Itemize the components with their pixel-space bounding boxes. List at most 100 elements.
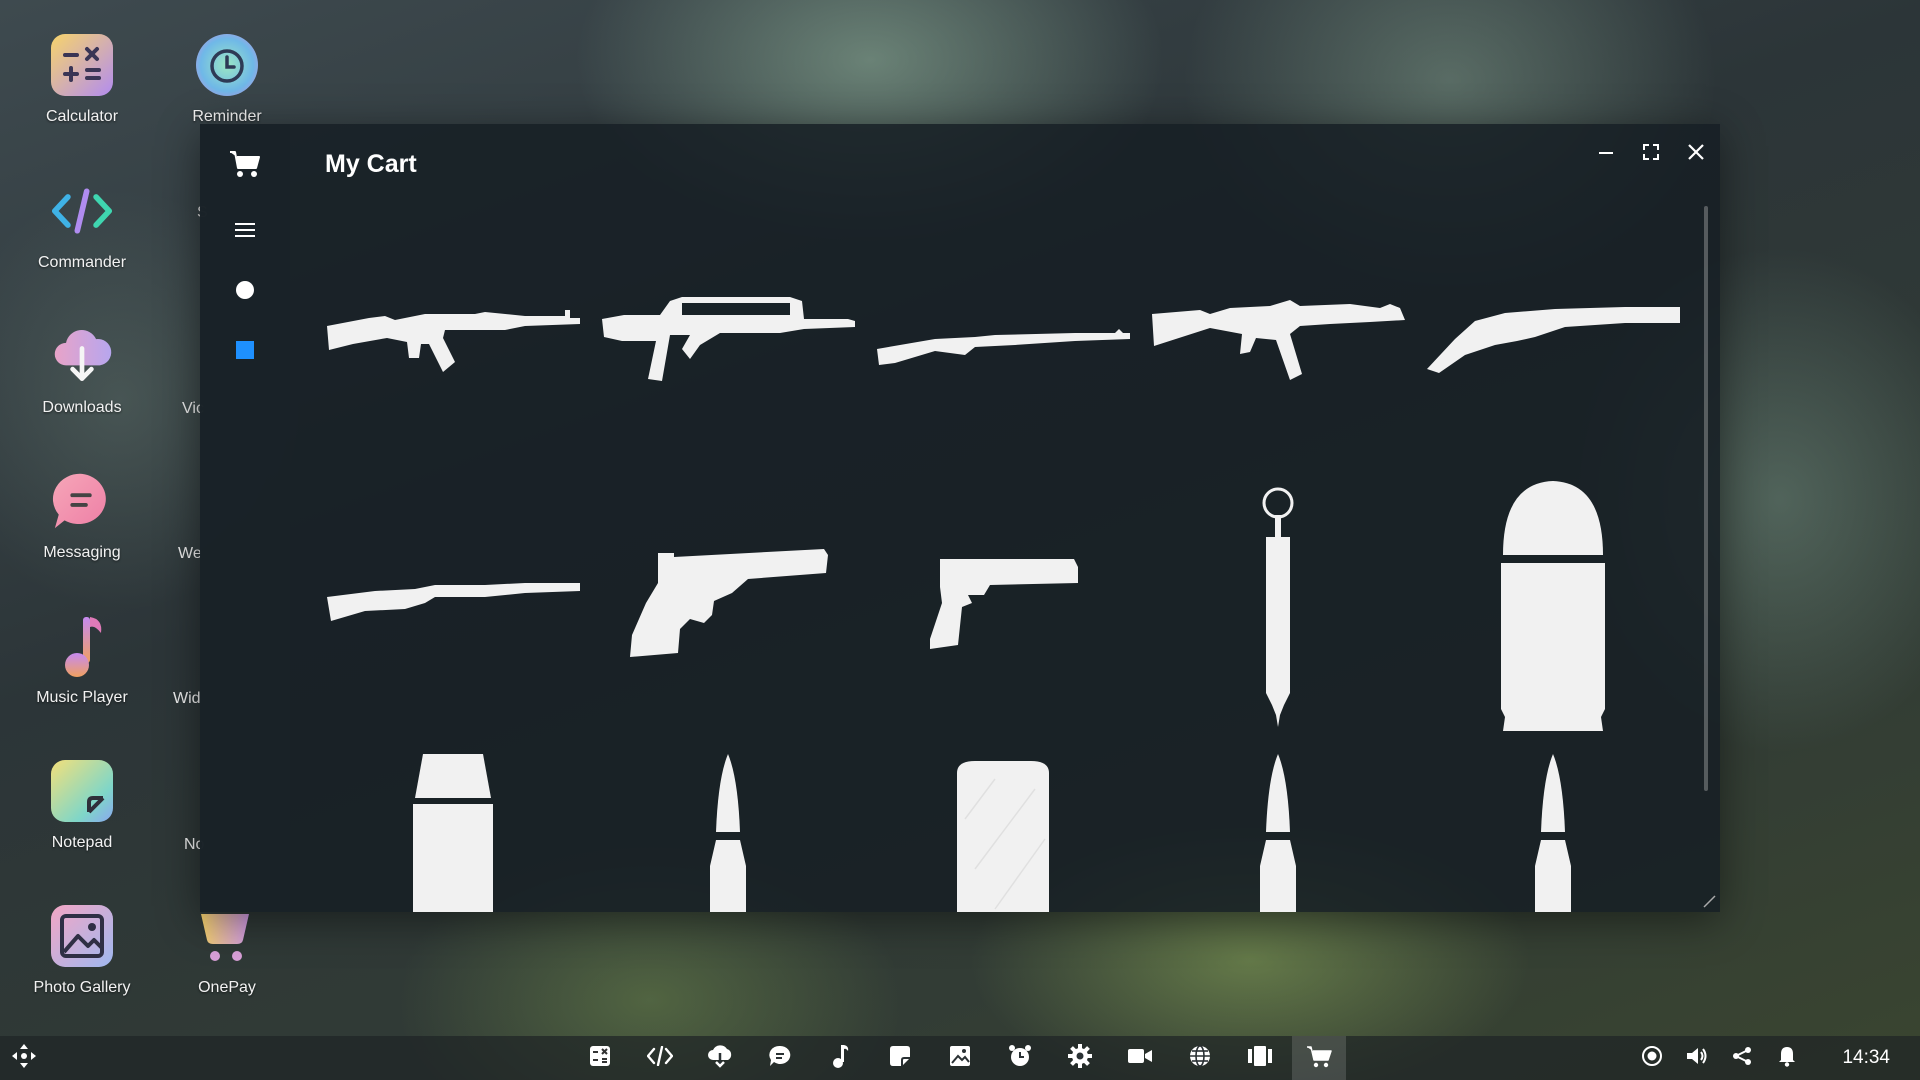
menu-icon [235, 222, 255, 243]
carousel-icon [1247, 1045, 1273, 1072]
cart-item-pistol[interactable] [875, 539, 1130, 669]
cart-item-assault-rifle-ak[interactable] [325, 289, 580, 399]
music-note-icon [831, 1044, 849, 1073]
sidebar-menu-button[interactable] [225, 212, 265, 252]
desktop-icon-calculator[interactable]: Calculator [7, 34, 157, 126]
desktop-partial-label: We [178, 545, 202, 562]
tray-share[interactable] [1720, 1036, 1764, 1080]
minimize-button[interactable] [1588, 136, 1624, 172]
taskbar-app-settings[interactable] [1058, 1036, 1102, 1080]
desktop-partial-label: Wid [173, 690, 201, 707]
desktop-icon-label: Calculator [45, 108, 119, 125]
cart-item-revolver[interactable] [600, 529, 855, 679]
tray-screen-record[interactable] [1630, 1036, 1674, 1080]
tray-volume[interactable] [1675, 1036, 1719, 1080]
sticky-note-icon [51, 760, 113, 822]
clock: 14:34 [1842, 1047, 1890, 1068]
bell-icon [1778, 1045, 1796, 1072]
taskbar-app-notepad[interactable] [878, 1036, 922, 1080]
code-icon [51, 180, 113, 242]
my-cart-window: My Cart [200, 124, 1720, 912]
cloud-download-icon [51, 325, 113, 387]
shopping-cart-icon [1306, 1044, 1332, 1073]
share-icon [1732, 1046, 1752, 1071]
square-icon [235, 340, 255, 365]
taskbar-app-browser[interactable] [1178, 1036, 1222, 1080]
code-icon [646, 1045, 674, 1071]
desktop-icon-onepay[interactable]: OnePay [152, 905, 302, 997]
desktop-icon-photo-gallery[interactable]: Photo Gallery [7, 905, 157, 997]
cart-item-bullpup-rifle[interactable] [600, 274, 855, 404]
cart-item-submachine-gun[interactable] [1150, 284, 1405, 404]
desktop-icon-notepad[interactable]: Notepad [7, 760, 157, 852]
desktop-icon-label: Commander [37, 254, 127, 271]
shopping-cart-icon [196, 905, 258, 967]
window-title: My Cart [325, 150, 417, 178]
desktop-icon-music-player[interactable]: Music Player [7, 615, 157, 707]
cart-item-rifle-cartridge[interactable] [600, 754, 855, 912]
volume-icon [1686, 1046, 1708, 1071]
taskbar-app-reminder[interactable] [998, 1036, 1042, 1080]
screen-record-icon [1641, 1045, 1663, 1072]
circle-icon [235, 280, 255, 305]
taskbar-app-commander[interactable] [638, 1036, 682, 1080]
taskbar-app-calculator[interactable] [578, 1036, 622, 1080]
cloud-download-icon [707, 1044, 733, 1073]
alarm-clock-icon [196, 34, 258, 96]
chat-bubble-icon [768, 1044, 792, 1073]
cart-item-double-barrel-shotgun[interactable] [1425, 284, 1680, 394]
sidebar-square-button[interactable] [225, 332, 265, 372]
calculator-icon [51, 34, 113, 96]
alarm-clock-icon [1008, 1044, 1032, 1073]
calculator-icon [589, 1045, 611, 1072]
taskbar-app-downloads[interactable] [698, 1036, 742, 1080]
window-sidebar [200, 124, 290, 912]
desktop-icon-commander[interactable]: Commander [7, 180, 157, 272]
launcher-button[interactable] [2, 1036, 46, 1080]
close-icon [1687, 143, 1705, 166]
desktop-icon-downloads[interactable]: Downloads [7, 325, 157, 417]
desktop-icon-label: OnePay [198, 979, 256, 996]
taskbar-app-messaging[interactable] [758, 1036, 802, 1080]
taskbar-app-gallery[interactable] [938, 1036, 982, 1080]
desktop-icon-reminder[interactable]: Reminder [152, 34, 302, 126]
cart-item-rifle-cartridge[interactable] [1150, 754, 1405, 912]
chat-bubble-icon [51, 470, 113, 532]
desktop-icon-label: Notepad [51, 834, 113, 851]
resize-grip-icon[interactable] [1702, 894, 1716, 908]
cart-icon [228, 148, 262, 185]
cart-item-rifle-cartridge[interactable] [1425, 754, 1680, 912]
desktop-icon-messaging[interactable]: Messaging [7, 470, 157, 562]
photo-icon [949, 1045, 971, 1072]
taskbar-app-music[interactable] [818, 1036, 862, 1080]
maximize-icon [1643, 143, 1659, 165]
sidebar-circle-button[interactable] [225, 272, 265, 312]
cart-item-short-cartridge[interactable] [325, 754, 580, 912]
taskbar: 14:34 [0, 1036, 1920, 1080]
cart-item-pump-shotgun[interactable] [325, 549, 580, 659]
taskbar-app-cart[interactable] [1292, 1036, 1346, 1080]
close-button[interactable] [1678, 136, 1714, 172]
desktop-icon-label: Messaging [43, 544, 121, 561]
video-camera-icon [1127, 1046, 1153, 1071]
minimize-icon [1598, 144, 1614, 165]
maximize-button[interactable] [1633, 136, 1669, 172]
vertical-scrollbar[interactable] [1704, 206, 1708, 791]
desktop-icon-label: Music Player [36, 689, 128, 706]
gear-icon [1068, 1043, 1092, 1073]
taskbar-app-widgets[interactable] [1238, 1036, 1282, 1080]
tray-notifications[interactable] [1765, 1036, 1809, 1080]
sidebar-cart-button[interactable] [225, 146, 265, 186]
desktop-icon-label: Photo Gallery [33, 979, 131, 996]
cart-item-large-round[interactable] [1425, 474, 1680, 739]
desktop-icon-label: Downloads [42, 399, 122, 416]
taskbar-app-video[interactable] [1118, 1036, 1162, 1080]
music-note-icon [51, 615, 113, 677]
cart-item-battle-rifle[interactable] [875, 299, 1130, 399]
move-icon [11, 1043, 37, 1074]
photo-icon [51, 905, 113, 967]
cart-item-shotgun-shell[interactable] [875, 759, 1130, 912]
cart-item-syringe-grenade[interactable] [1150, 484, 1405, 729]
globe-icon [1188, 1044, 1212, 1073]
sticky-note-icon [889, 1045, 911, 1072]
